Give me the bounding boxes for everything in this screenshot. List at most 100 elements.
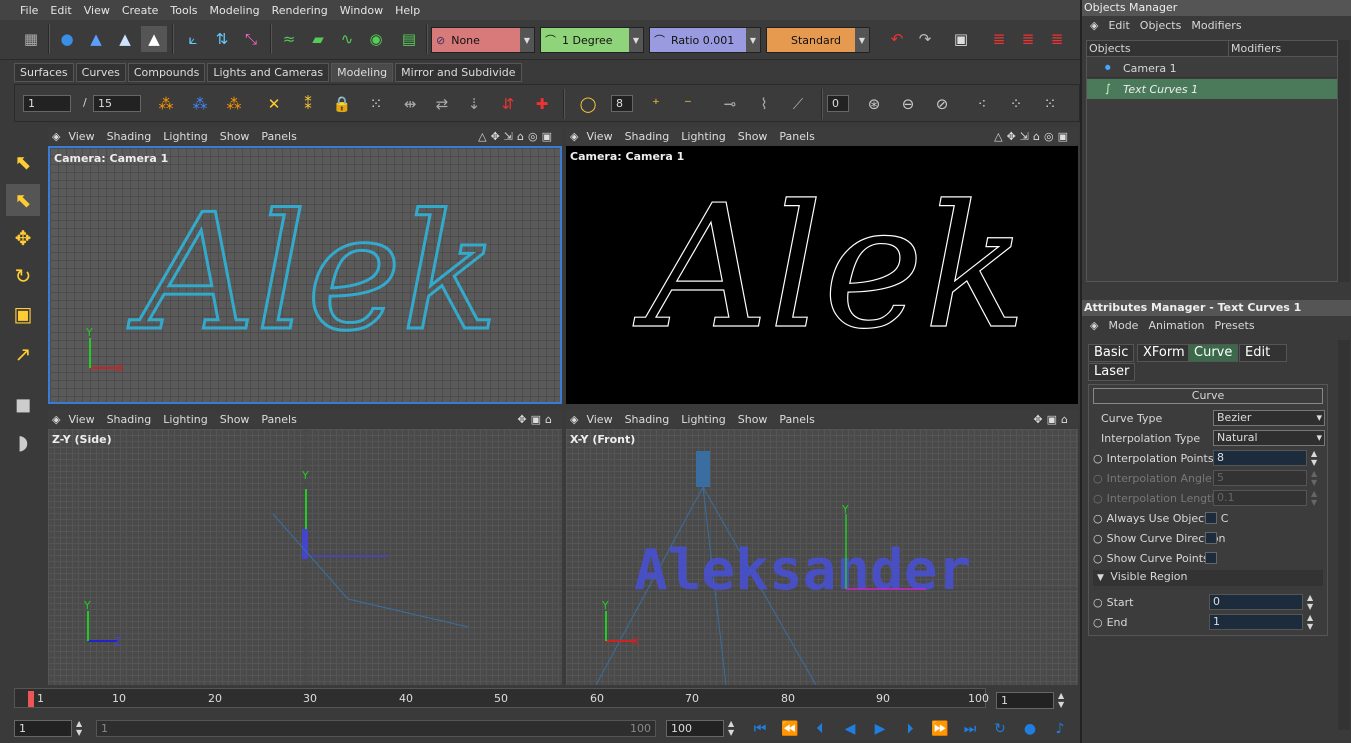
mesh-icon[interactable]: ▲	[83, 26, 109, 52]
vp-panels-menu[interactable]: Panels	[261, 413, 296, 426]
start-frame-input[interactable]: 1	[14, 720, 72, 737]
viewport-camera-tl[interactable]: Camera: Camera 1 Alek Y X	[48, 146, 562, 404]
grid-points-icon[interactable]: ⁙	[363, 91, 389, 117]
select-region-icon[interactable]: ⬉	[6, 184, 40, 216]
stepper-icon[interactable]: ▲ ▼	[1307, 613, 1313, 631]
scale-icon[interactable]: ▣	[6, 298, 40, 330]
segments-field[interactable]: 8	[611, 95, 633, 112]
keyframe-dot-icon[interactable]: ○	[1093, 532, 1103, 545]
remove-point-icon[interactable]: ⁻	[675, 91, 701, 117]
ratio-dropdown[interactable]: ⌒ Ratio 0.001 ▼	[649, 27, 761, 53]
cylinder-icon[interactable]: ◗	[6, 426, 40, 458]
stepper-icon[interactable]: ▲ ▼	[728, 719, 734, 737]
om-objects-menu[interactable]: Objects	[1140, 19, 1182, 32]
delete-points-icon[interactable]: ✕	[261, 91, 287, 117]
am-mode-menu[interactable]: Mode	[1108, 319, 1138, 332]
line-icon[interactable]: ⟋	[785, 91, 811, 117]
render-icon[interactable]: ≣	[986, 26, 1012, 52]
menu-create[interactable]: Create	[116, 4, 165, 17]
tab-curves[interactable]: Curves	[75, 63, 126, 82]
box-icon[interactable]: ◼	[6, 388, 40, 420]
tab-basic[interactable]: Basic	[1088, 344, 1135, 362]
show-points-checkbox[interactable]	[1205, 552, 1217, 564]
sphere-icon[interactable]: ●	[54, 26, 80, 52]
loop-icon[interactable]: ↻	[990, 720, 1010, 738]
current-frame-field[interactable]: 1	[23, 95, 71, 112]
circle-icon[interactable]: ◯	[575, 91, 601, 117]
viewport-nav-icons[interactable]: ✥▣⌂	[1033, 413, 1072, 426]
viewport-front[interactable]: X-Y (Front) Aleksander Y Y X	[566, 429, 1078, 685]
stepper-icon[interactable]: ▲ ▼	[1058, 691, 1064, 709]
vp-show-menu[interactable]: Show	[220, 130, 250, 143]
always-use-checkbox[interactable]	[1205, 512, 1217, 524]
render-settings-icon[interactable]: ≣	[1044, 26, 1070, 52]
am-animation-menu[interactable]: Animation	[1148, 319, 1204, 332]
current-frame-input[interactable]: 1	[996, 692, 1054, 709]
snap-minus-icon[interactable]: ⊖	[895, 91, 921, 117]
tab-edit[interactable]: Edit	[1239, 344, 1287, 362]
vp-shading-menu[interactable]: Shading	[625, 413, 670, 426]
om-edit-menu[interactable]: Edit	[1108, 19, 1129, 32]
panel-divider[interactable]	[1080, 0, 1082, 743]
play-reverse-icon[interactable]: ◀	[840, 720, 860, 738]
timeline-ruler[interactable]: 1 10 20 30 40 50 60 70 80 90 100	[14, 688, 989, 708]
interp-type-dropdown[interactable]: Natural ▾	[1213, 430, 1325, 446]
lock-points-icon[interactable]: 🔒	[329, 91, 355, 117]
move-icon[interactable]: ✥	[6, 222, 40, 254]
am-presets-menu[interactable]: Presets	[1215, 319, 1255, 332]
om-menu-icon[interactable]: ◈	[1090, 19, 1098, 32]
gizmo-icon[interactable]: ⤡	[238, 26, 264, 52]
transform-icon[interactable]: ⇅	[209, 26, 235, 52]
stepper-icon[interactable]: ▲ ▼	[1307, 593, 1313, 611]
viewport-nav-icons[interactable]: ✥▣⌂	[517, 413, 556, 426]
render-region-icon[interactable]: ≣	[1015, 26, 1041, 52]
col-objects[interactable]: Objects	[1089, 42, 1131, 55]
keyframe-dot-icon[interactable]: ○	[1093, 596, 1103, 609]
menu-rendering[interactable]: Rendering	[266, 4, 334, 17]
vp-shading-menu[interactable]: Shading	[107, 413, 152, 426]
menu-help[interactable]: Help	[389, 4, 426, 17]
vp-panels-menu[interactable]: Panels	[779, 413, 814, 426]
viewport-camera-render[interactable]: Camera: Camera 1 Alek	[566, 146, 1078, 404]
curve-draw-icon[interactable]: ↗	[6, 338, 40, 370]
vp-show-menu[interactable]: Show	[220, 413, 250, 426]
prev-frame-icon[interactable]: ⏴	[810, 720, 830, 738]
menu-file[interactable]: File	[14, 4, 44, 17]
vp-view-menu[interactable]: View	[68, 130, 94, 143]
viewport-menu-icon[interactable]: ◈	[52, 413, 60, 426]
vp-view-menu[interactable]: View	[586, 413, 612, 426]
axis-icon[interactable]: ⟀	[180, 26, 206, 52]
redo-icon[interactable]: ↷	[912, 26, 938, 52]
attributes-scrollbar[interactable]	[1338, 340, 1350, 730]
tab-laser[interactable]: Laser	[1088, 363, 1136, 381]
viewport-nav-icons[interactable]: △✥⇲⌂◎▣	[994, 130, 1072, 143]
curve-tool-icon[interactable]: ≈	[276, 26, 302, 52]
rotate-icon[interactable]: ↻	[6, 260, 40, 292]
tab-surfaces[interactable]: Surfaces	[14, 63, 74, 82]
collapse-icon[interactable]: ⇄	[429, 91, 455, 117]
tab-mirror-and-subdivide[interactable]: Mirror and Subdivide	[395, 63, 522, 82]
select-points-icon[interactable]: ⁂	[153, 91, 179, 117]
range-slider[interactable]: 1 100	[96, 720, 656, 737]
lock-curve-icon[interactable]: ⊸	[717, 91, 743, 117]
prev-key-icon[interactable]: ⏪	[780, 720, 800, 738]
keyframe-dot-icon[interactable]: ○	[1093, 452, 1103, 465]
tab-compounds[interactable]: Compounds	[127, 63, 206, 82]
vp-show-menu[interactable]: Show	[738, 130, 768, 143]
keyframe-dot-icon[interactable]: ○	[1093, 616, 1103, 629]
select-icon[interactable]: ⬉	[6, 146, 40, 178]
polyline-icon[interactable]: ⌇	[751, 91, 777, 117]
viewport-nav-icons[interactable]: △✥⇲⌂◎▣	[478, 130, 556, 143]
vp-lighting-menu[interactable]: Lighting	[163, 130, 207, 143]
total-frames-field[interactable]: 15	[93, 95, 141, 112]
stepper-icon[interactable]: ▲ ▼	[76, 719, 82, 737]
add-point-icon[interactable]: ⁺	[643, 91, 669, 117]
flip-icon[interactable]: ⇵	[495, 91, 521, 117]
next-key-icon[interactable]: ⏩	[930, 720, 950, 738]
stepper-icon[interactable]: ▲ ▼	[1311, 449, 1317, 467]
vp-view-menu[interactable]: View	[68, 413, 94, 426]
list-item[interactable]: ⏺ Camera 1	[1087, 58, 1337, 78]
vp-lighting-menu[interactable]: Lighting	[163, 413, 207, 426]
tab-lights-and-cameras[interactable]: Lights and Cameras	[207, 63, 330, 82]
vp-shading-menu[interactable]: Shading	[625, 130, 670, 143]
